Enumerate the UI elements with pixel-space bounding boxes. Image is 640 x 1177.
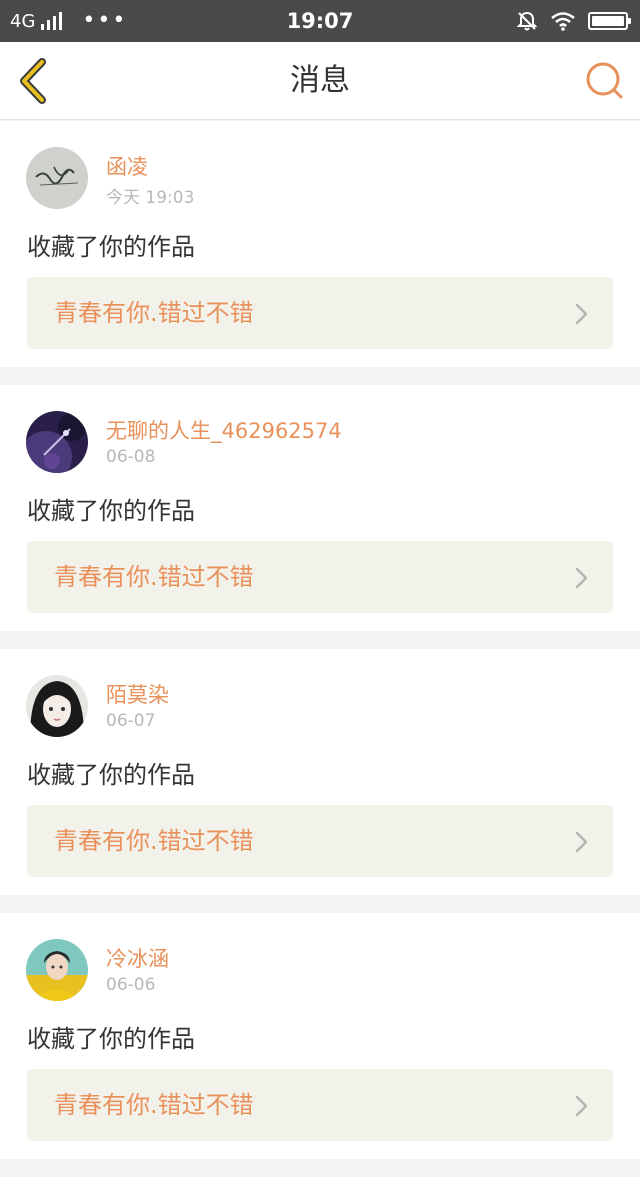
work-link[interactable]: 青春有你.错过不错 [27,1069,613,1141]
work-link[interactable]: 青春有你.错过不错 [27,541,613,613]
username[interactable]: 冷冰涵 [106,943,169,973]
work-link[interactable]: 青春有你.错过不错 [27,277,613,349]
work-title: 青春有你.错过不错 [54,563,254,591]
chevron-right-icon [575,303,588,325]
avatar-image [26,411,88,473]
action-text: 收藏了你的作品 [27,497,195,525]
action-text: 收藏了你的作品 [27,1025,195,1053]
action-text: 收藏了你的作品 [27,233,195,261]
action-text: 收藏了你的作品 [27,761,195,789]
timestamp: 今天 19:03 [106,188,195,208]
battery-icon [588,12,631,30]
avatar-image [26,675,88,737]
username[interactable]: 函凌 [106,151,148,181]
message-card: 陌莫染 06-07 收藏了你的作品 青春有你.错过不错 [0,649,640,895]
avatar[interactable] [26,411,88,473]
chevron-right-icon [575,831,588,853]
work-link[interactable]: 青春有你.错过不错 [27,805,613,877]
work-title: 青春有你.错过不错 [54,827,254,855]
message-list: 函凌 今天 19:03 收藏了你的作品 青春有你.错过不错 无聊的人生_4629… [0,121,640,1177]
chevron-right-icon [575,1095,588,1117]
timestamp: 06-08 [106,447,156,467]
work-title: 青春有你.错过不错 [54,1091,254,1119]
username[interactable]: 无聊的人生_462962574 [106,415,342,445]
mute-bell-icon [516,11,538,31]
nav-bar: 消息 [0,42,640,120]
search-icon[interactable] [584,60,626,102]
avatar-image [26,147,88,209]
chevron-right-icon [575,567,588,589]
status-right [516,0,631,42]
work-title: 青春有你.错过不错 [54,299,254,327]
timestamp: 06-06 [106,975,156,995]
username[interactable]: 陌莫染 [106,679,169,709]
status-bar: 4G ••• 19:07 [0,0,640,42]
avatar[interactable] [26,675,88,737]
page-title: 消息 [290,63,350,98]
avatar[interactable] [26,939,88,1001]
message-card: 函凌 今天 19:03 收藏了你的作品 青春有你.错过不错 [0,121,640,367]
message-card: 无聊的人生_462962574 06-08 收藏了你的作品 青春有你.错过不错 [0,385,640,631]
wifi-icon [551,12,575,31]
avatar[interactable] [26,147,88,209]
avatar-image [26,939,88,1001]
timestamp: 06-07 [106,711,156,731]
message-card: 冷冰涵 06-06 收藏了你的作品 青春有你.错过不错 [0,913,640,1159]
